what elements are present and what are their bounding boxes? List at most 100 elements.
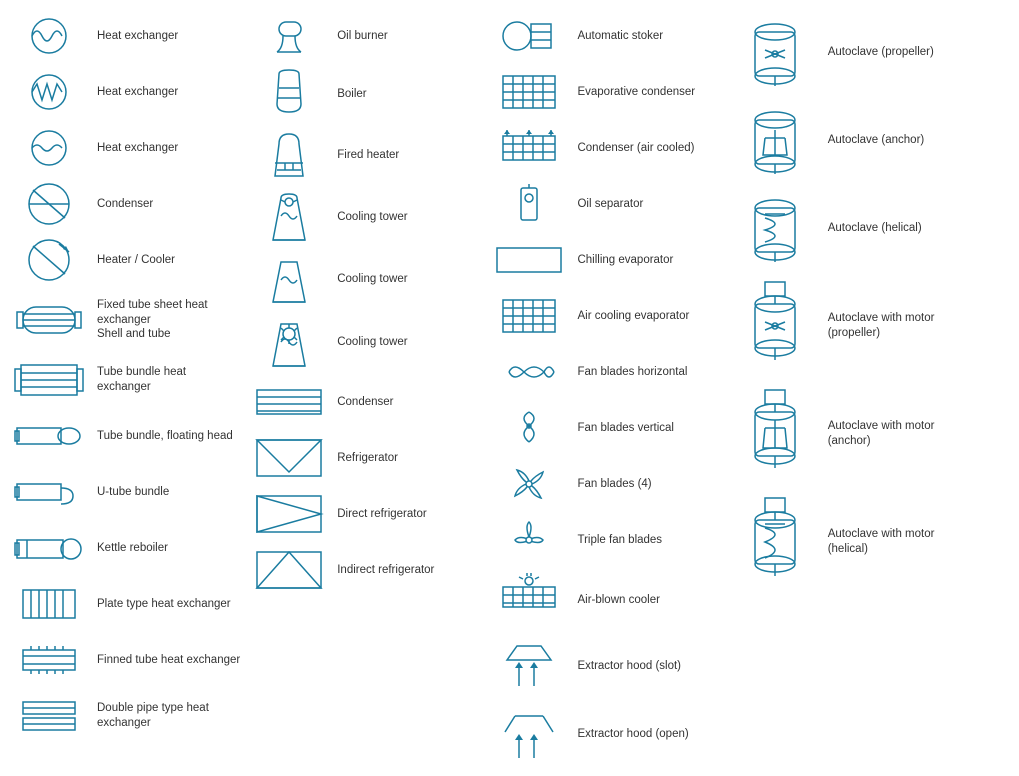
label-boiler: Boiler (337, 87, 366, 102)
label-double-pipe: Double pipe type heat exchanger (97, 701, 241, 731)
item-autoclave-motor-helical: Autoclave with motor (helical) (726, 490, 1014, 594)
icon-cooling-tower-3 (249, 314, 329, 370)
label-kettle: Kettle reboiler (97, 541, 168, 556)
icon-heater-cooler (9, 238, 89, 282)
icon-boiler (249, 68, 329, 120)
icon-fan-horiz (489, 357, 569, 387)
label-autoclave-anchor: Autoclave (anchor) (828, 133, 925, 148)
icon-condenser2 (249, 384, 329, 420)
icon-direct-refrig (249, 492, 329, 536)
item-chilling-evap: Chilling evaporator (485, 234, 725, 286)
item-condenser-air: Condenser (air cooled) (485, 122, 725, 174)
label-fan-horiz: Fan blades horizontal (577, 365, 687, 380)
item-autoclave-anchor: Autoclave (anchor) (726, 98, 1014, 182)
icon-air-blown (489, 573, 569, 627)
label-fixed-tube: Fixed tube sheet heat exchanger Shell an… (97, 298, 241, 343)
icon-chilling-evap (489, 242, 569, 278)
icon-auto-stoker (489, 14, 569, 58)
item-plate-type: Plate type heat exchanger (5, 578, 245, 630)
label-autoclave-motor-helical: Autoclave with motor (helical) (828, 527, 935, 557)
icon-tube-bundle (9, 359, 89, 401)
item-oil-burner: Oil burner (245, 10, 485, 62)
label-heat-ex-3: Heat exchanger (97, 141, 178, 156)
item-heat-ex-2: Heat exchanger (5, 66, 245, 118)
label-condenser2: Condenser (337, 395, 393, 410)
item-oil-sep: Oil separator (485, 178, 725, 230)
item-autoclave-helical: Autoclave (helical) (726, 186, 1014, 270)
item-indirect-refrig: Indirect refrigerator (245, 544, 485, 596)
label-condenser: Condenser (97, 197, 153, 212)
icon-tube-float (9, 418, 89, 454)
icon-evap-condenser (489, 70, 569, 114)
icon-autoclave-prop (730, 12, 820, 92)
label-autoclave-prop: Autoclave (propeller) (828, 45, 934, 60)
page: Heat exchanger Heat exchanger Heat excha… (0, 0, 1019, 776)
icon-autoclave-helical (730, 188, 820, 268)
item-double-pipe: Double pipe type heat exchanger (5, 690, 245, 742)
label-heat-ex-2: Heat exchanger (97, 85, 178, 100)
label-air-cool-evap: Air cooling evaporator (577, 309, 689, 324)
icon-heat-ex-2 (9, 72, 89, 112)
icon-autoclave-motor-helical (730, 492, 820, 592)
label-chilling-evap: Chilling evaporator (577, 253, 673, 268)
item-air-cool-evap: Air cooling evaporator (485, 290, 725, 342)
item-fan-4: Fan blades (4) (485, 458, 725, 510)
item-fixed-tube: Fixed tube sheet heat exchanger Shell an… (5, 290, 245, 350)
icon-fired-heater (249, 128, 329, 182)
item-refrigerator: Refrigerator (245, 432, 485, 484)
item-autoclave-motor-anchor: Autoclave with motor (anchor) (726, 382, 1014, 486)
label-plate-type: Plate type heat exchanger (97, 597, 231, 612)
label-fan-4: Fan blades (4) (577, 477, 651, 492)
label-cooling-tower-1: Cooling tower (337, 210, 407, 225)
item-autoclave-motor-prop: Autoclave with motor (propeller) (726, 274, 1014, 378)
item-fan-horiz: Fan blades horizontal (485, 346, 725, 398)
label-refrigerator: Refrigerator (337, 451, 398, 466)
item-extractor-slot: Extractor hood (slot) (485, 634, 725, 698)
label-air-blown: Air-blown cooler (577, 593, 659, 608)
item-auto-stoker: Automatic stoker (485, 10, 725, 62)
icon-condenser-air (489, 126, 569, 170)
column-1: Heat exchanger Heat exchanger Heat excha… (5, 10, 245, 766)
icon-indirect-refrig (249, 548, 329, 592)
item-kettle: Kettle reboiler (5, 522, 245, 574)
icon-air-cool-evap (489, 294, 569, 338)
item-heater-cooler: Heater / Cooler (5, 234, 245, 286)
icon-oil-burner (249, 14, 329, 58)
label-oil-sep: Oil separator (577, 197, 643, 212)
label-autoclave-helical: Autoclave (helical) (828, 221, 922, 236)
item-autoclave-prop: Autoclave (propeller) (726, 10, 1014, 94)
icon-triple-fan (489, 518, 569, 562)
icon-extractor-slot (489, 636, 569, 696)
label-autoclave-motor-anchor: Autoclave with motor (anchor) (828, 419, 935, 449)
item-tube-bundle: Tube bundle heat exchanger (5, 354, 245, 406)
item-boiler: Boiler (245, 66, 485, 122)
column-4: Autoclave (propeller) Autoclave (anchor) (726, 10, 1014, 766)
item-condenser: Condenser (5, 178, 245, 230)
item-heat-ex-1: Heat exchanger (5, 10, 245, 62)
icon-heat-ex-3 (9, 128, 89, 168)
item-condenser2: Condenser (245, 376, 485, 428)
item-cooling-tower-1: Cooling tower (245, 188, 485, 246)
label-direct-refrig: Direct refrigerator (337, 507, 426, 522)
item-tube-float: Tube bundle, floating head (5, 410, 245, 462)
icon-heat-ex-1 (9, 16, 89, 56)
icon-finned-tube (9, 642, 89, 678)
label-cooling-tower-2: Cooling tower (337, 272, 407, 287)
label-evap-condenser: Evaporative condenser (577, 85, 695, 100)
item-heat-ex-3: Heat exchanger (5, 122, 245, 174)
label-triple-fan: Triple fan blades (577, 533, 662, 548)
item-triple-fan: Triple fan blades (485, 514, 725, 566)
column-2: Oil burner Boiler (245, 10, 485, 766)
icon-autoclave-anchor (730, 100, 820, 180)
icon-plate-type (9, 586, 89, 622)
label-tube-float: Tube bundle, floating head (97, 429, 233, 444)
icon-fan-4 (489, 462, 569, 506)
label-condenser-air: Condenser (air cooled) (577, 141, 694, 156)
label-indirect-refrig: Indirect refrigerator (337, 563, 434, 578)
icon-cooling-tower-2 (249, 252, 329, 306)
icon-refrigerator (249, 436, 329, 480)
icon-fan-vert (489, 406, 569, 450)
label-auto-stoker: Automatic stoker (577, 29, 663, 44)
label-fired-heater: Fired heater (337, 148, 399, 163)
label-extractor-slot: Extractor hood (slot) (577, 659, 681, 674)
